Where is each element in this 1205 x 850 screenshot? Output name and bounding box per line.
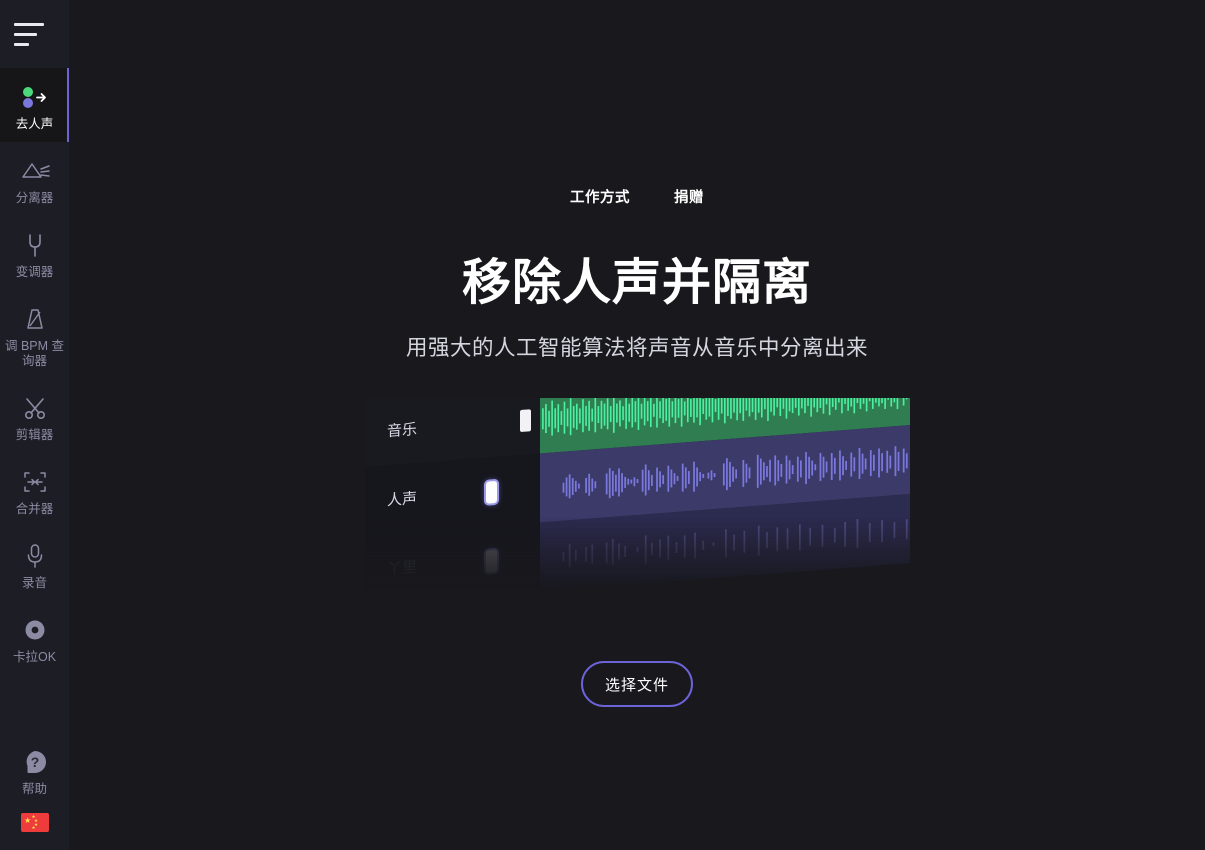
flag-star: ★	[24, 815, 32, 825]
sidebar-item-pitcher[interactable]: 变调器	[0, 216, 69, 290]
hero-illustration: 音乐 人声 丫里	[365, 398, 910, 590]
track-label: 音乐	[387, 420, 418, 441]
language-selector[interactable]: ★ ★ ★ ★ ★	[0, 807, 69, 850]
sidebar-item-recorder[interactable]: 录音	[0, 527, 69, 601]
microphone-icon	[18, 541, 52, 571]
sidebar-item-joiner[interactable]: 合并器	[0, 453, 69, 527]
sidebar-item-label: 分离器	[15, 191, 54, 205]
slider-knob	[486, 549, 497, 573]
prism-icon	[18, 156, 52, 186]
track-stack: 音乐 人声 丫里	[365, 398, 910, 590]
sidebar-item-cutter[interactable]: 剪辑器	[0, 379, 69, 453]
slider-knob	[486, 480, 497, 504]
split-dots-arrow-icon	[18, 82, 52, 112]
slider-track-icon	[459, 414, 525, 431]
sidebar-item-label: 剪辑器	[15, 428, 54, 442]
sidebar-item-splitter[interactable]: 分离器	[0, 142, 69, 216]
slider-knob	[520, 408, 531, 432]
flag-star: ★	[31, 825, 36, 830]
sidebar-item-label: 调 BPM 查询器	[4, 339, 65, 368]
sidebar-item-vocal-remover[interactable]: 去人声	[0, 68, 69, 142]
page-subtitle: 用强大的人工智能算法将声音从音乐中分离出来	[405, 336, 868, 360]
sidebar-item-label: 去人声	[15, 117, 54, 131]
track-label: 人声	[387, 489, 418, 510]
sidebar-item-label: 变调器	[15, 265, 54, 279]
scissors-icon	[18, 393, 52, 423]
select-file-button[interactable]: 选择文件	[581, 661, 693, 707]
tuning-fork-icon	[18, 230, 52, 260]
sidebar-item-karaoke[interactable]: 卡拉OK	[0, 601, 69, 675]
hamburger-menu-button[interactable]	[0, 0, 69, 68]
question-mark-icon: ?	[18, 747, 52, 777]
track-volume-slider[interactable]	[459, 408, 531, 437]
nav-link-how-it-works[interactable]: 工作方式	[570, 186, 630, 207]
page-title: 移除人声并隔离	[461, 256, 812, 310]
merge-arrows-icon	[18, 467, 52, 497]
hamburger-icon-line	[14, 42, 29, 46]
track-label: 丫里	[387, 558, 418, 579]
sidebar-item-label: 帮助	[21, 782, 47, 796]
nav-link-donate[interactable]: 捐赠	[674, 186, 704, 207]
svg-text:?: ?	[30, 754, 39, 770]
sidebar-item-label: 录音	[21, 576, 47, 590]
hamburger-icon-line	[14, 32, 37, 36]
sidebar-nav: 去人声 分离器 变调器 调 BPM 查询器 剪辑器 合并器 录音 卡拉OK	[0, 68, 69, 675]
sidebar-item-key-bpm-finder[interactable]: 调 BPM 查询器	[0, 290, 69, 379]
main-content: 工作方式 捐赠 移除人声并隔离 用强大的人工智能算法将声音从音乐中分离出来 音乐	[69, 0, 1205, 850]
track-volume-slider[interactable]	[459, 547, 531, 575]
top-navigation: 工作方式 捐赠	[69, 186, 1205, 207]
flag-cn-icon: ★ ★ ★ ★ ★	[20, 813, 49, 832]
track-volume-slider[interactable]	[459, 478, 531, 506]
hamburger-icon-line	[14, 22, 44, 26]
sidebar: 去人声 分离器 变调器 调 BPM 查询器 剪辑器 合并器 录音 卡拉OK ? …	[0, 0, 69, 850]
record-disc-icon	[18, 615, 52, 645]
sidebar-item-help[interactable]: ? 帮助	[0, 733, 69, 807]
sidebar-item-label: 合并器	[15, 502, 54, 516]
sidebar-item-label: 卡拉OK	[12, 650, 57, 664]
metronome-icon	[18, 304, 52, 334]
